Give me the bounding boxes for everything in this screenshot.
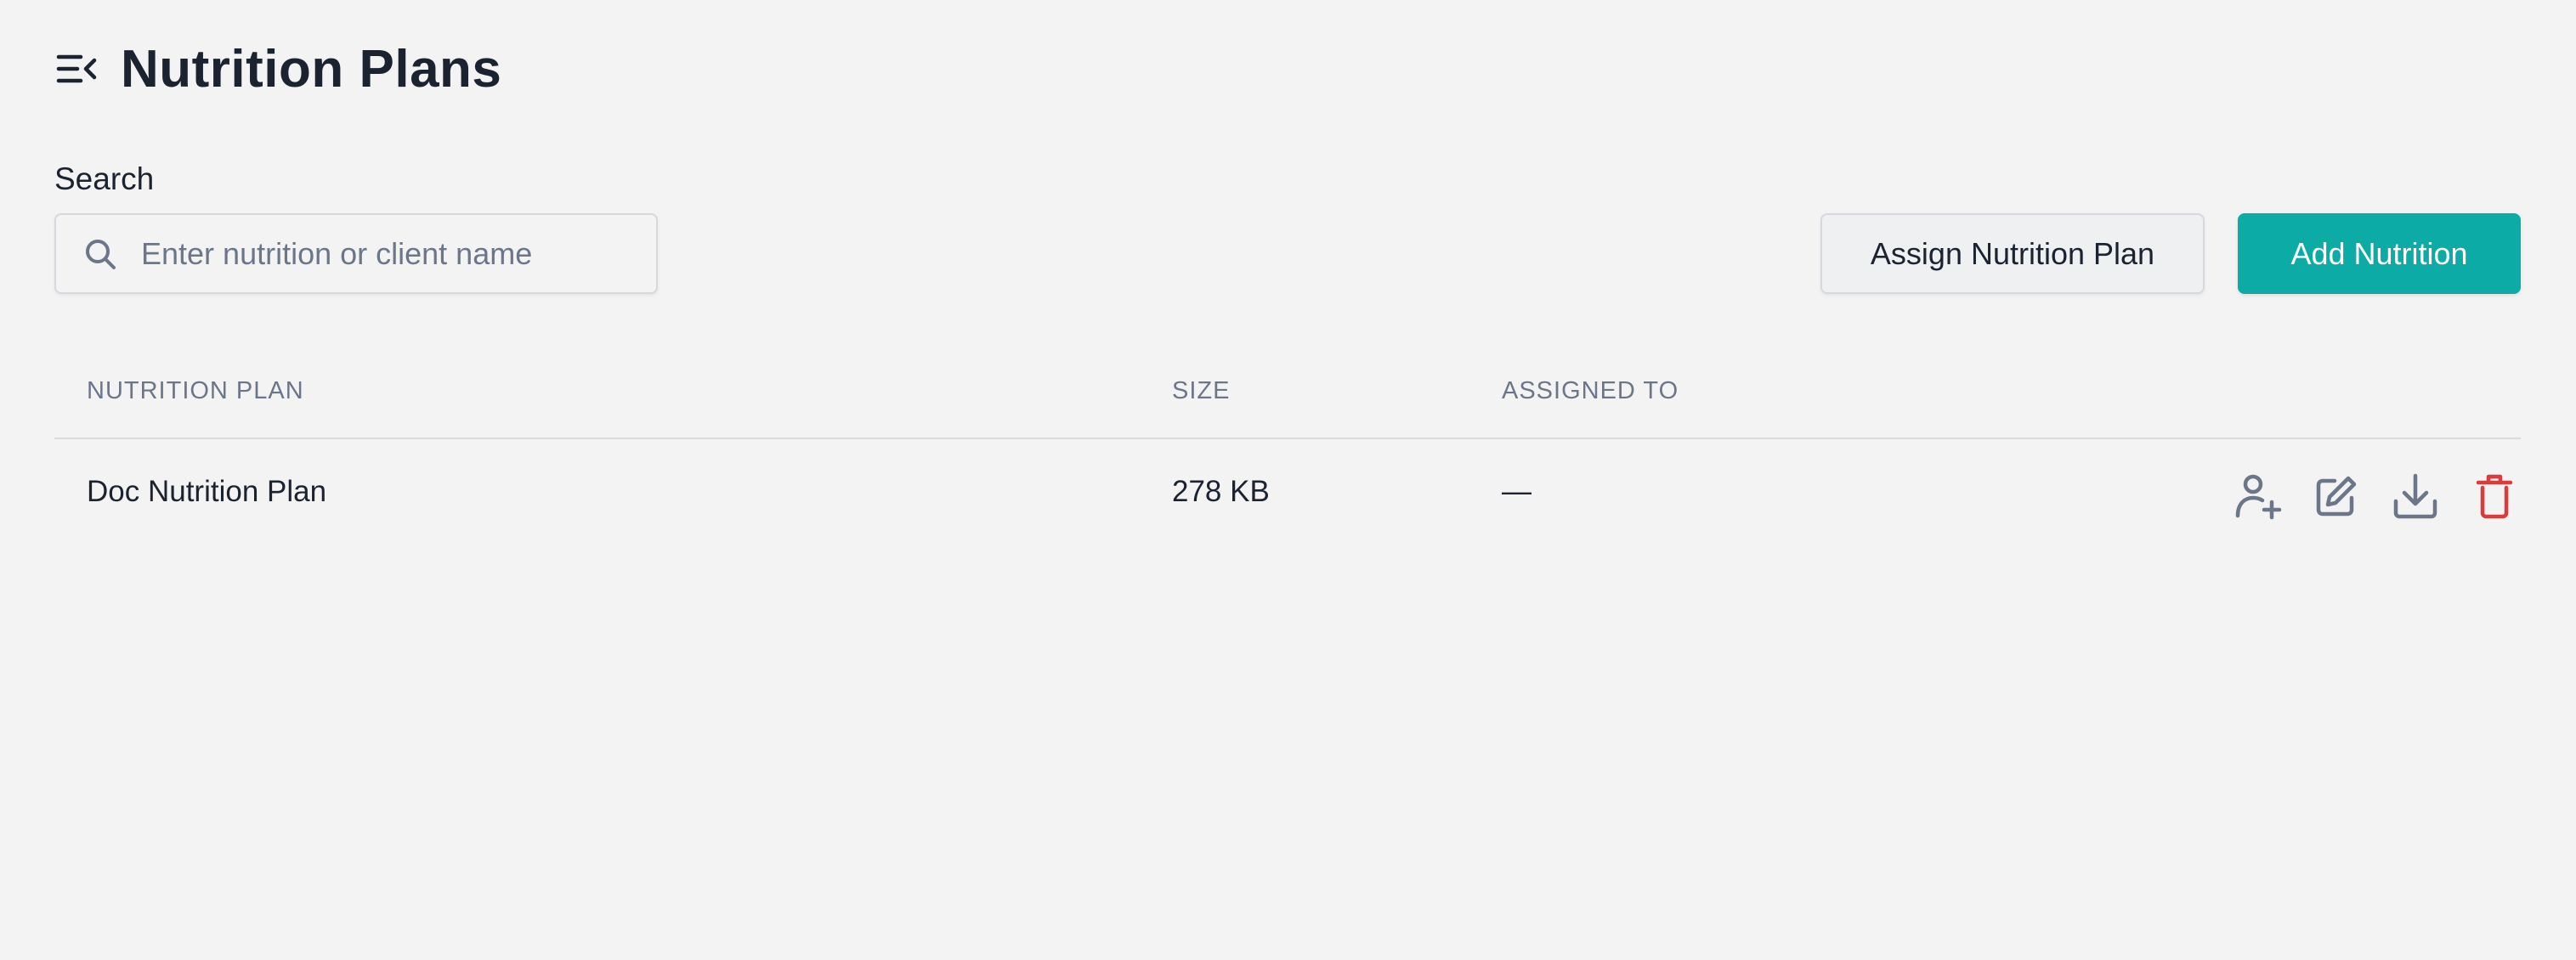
assign-nutrition-plan-button[interactable]: Assign Nutrition Plan — [1820, 213, 2205, 294]
table-header: NUTRITION PLAN SIZE ASSIGNED TO — [54, 357, 2521, 439]
column-header-nutrition-plan[interactable]: NUTRITION PLAN — [87, 377, 304, 405]
assign-user-icon[interactable] — [2231, 470, 2284, 522]
add-nutrition-button[interactable]: Add Nutrition — [2238, 213, 2521, 294]
search-input[interactable] — [141, 219, 656, 288]
column-header-size[interactable]: SIZE — [1172, 377, 1230, 405]
search-box — [54, 213, 658, 294]
delete-icon[interactable] — [2468, 470, 2521, 522]
row-actions — [2205, 470, 2521, 522]
plan-assigned-cell: — — [1502, 475, 1531, 508]
edit-icon[interactable] — [2310, 470, 2363, 522]
page-title: Nutrition Plans — [121, 39, 502, 99]
nutrition-plans-table: NUTRITION PLAN SIZE ASSIGNED TO Doc Nutr… — [54, 357, 2521, 558]
nutrition-plans-page: Nutrition Plans Search Assign Nutrition … — [0, 0, 2576, 960]
search-label: Search — [54, 161, 155, 196]
column-header-assigned-to[interactable]: ASSIGNED TO — [1502, 377, 1679, 405]
search-icon — [82, 235, 119, 273]
plan-name-cell: Doc Nutrition Plan — [87, 475, 327, 508]
table-row[interactable]: Doc Nutrition Plan 278 KB — — [54, 439, 2521, 558]
page-header: Nutrition Plans — [54, 34, 501, 104]
plan-size-cell: 278 KB — [1172, 475, 1270, 508]
menu-collapse-icon[interactable] — [54, 46, 100, 92]
download-icon[interactable] — [2389, 470, 2442, 522]
